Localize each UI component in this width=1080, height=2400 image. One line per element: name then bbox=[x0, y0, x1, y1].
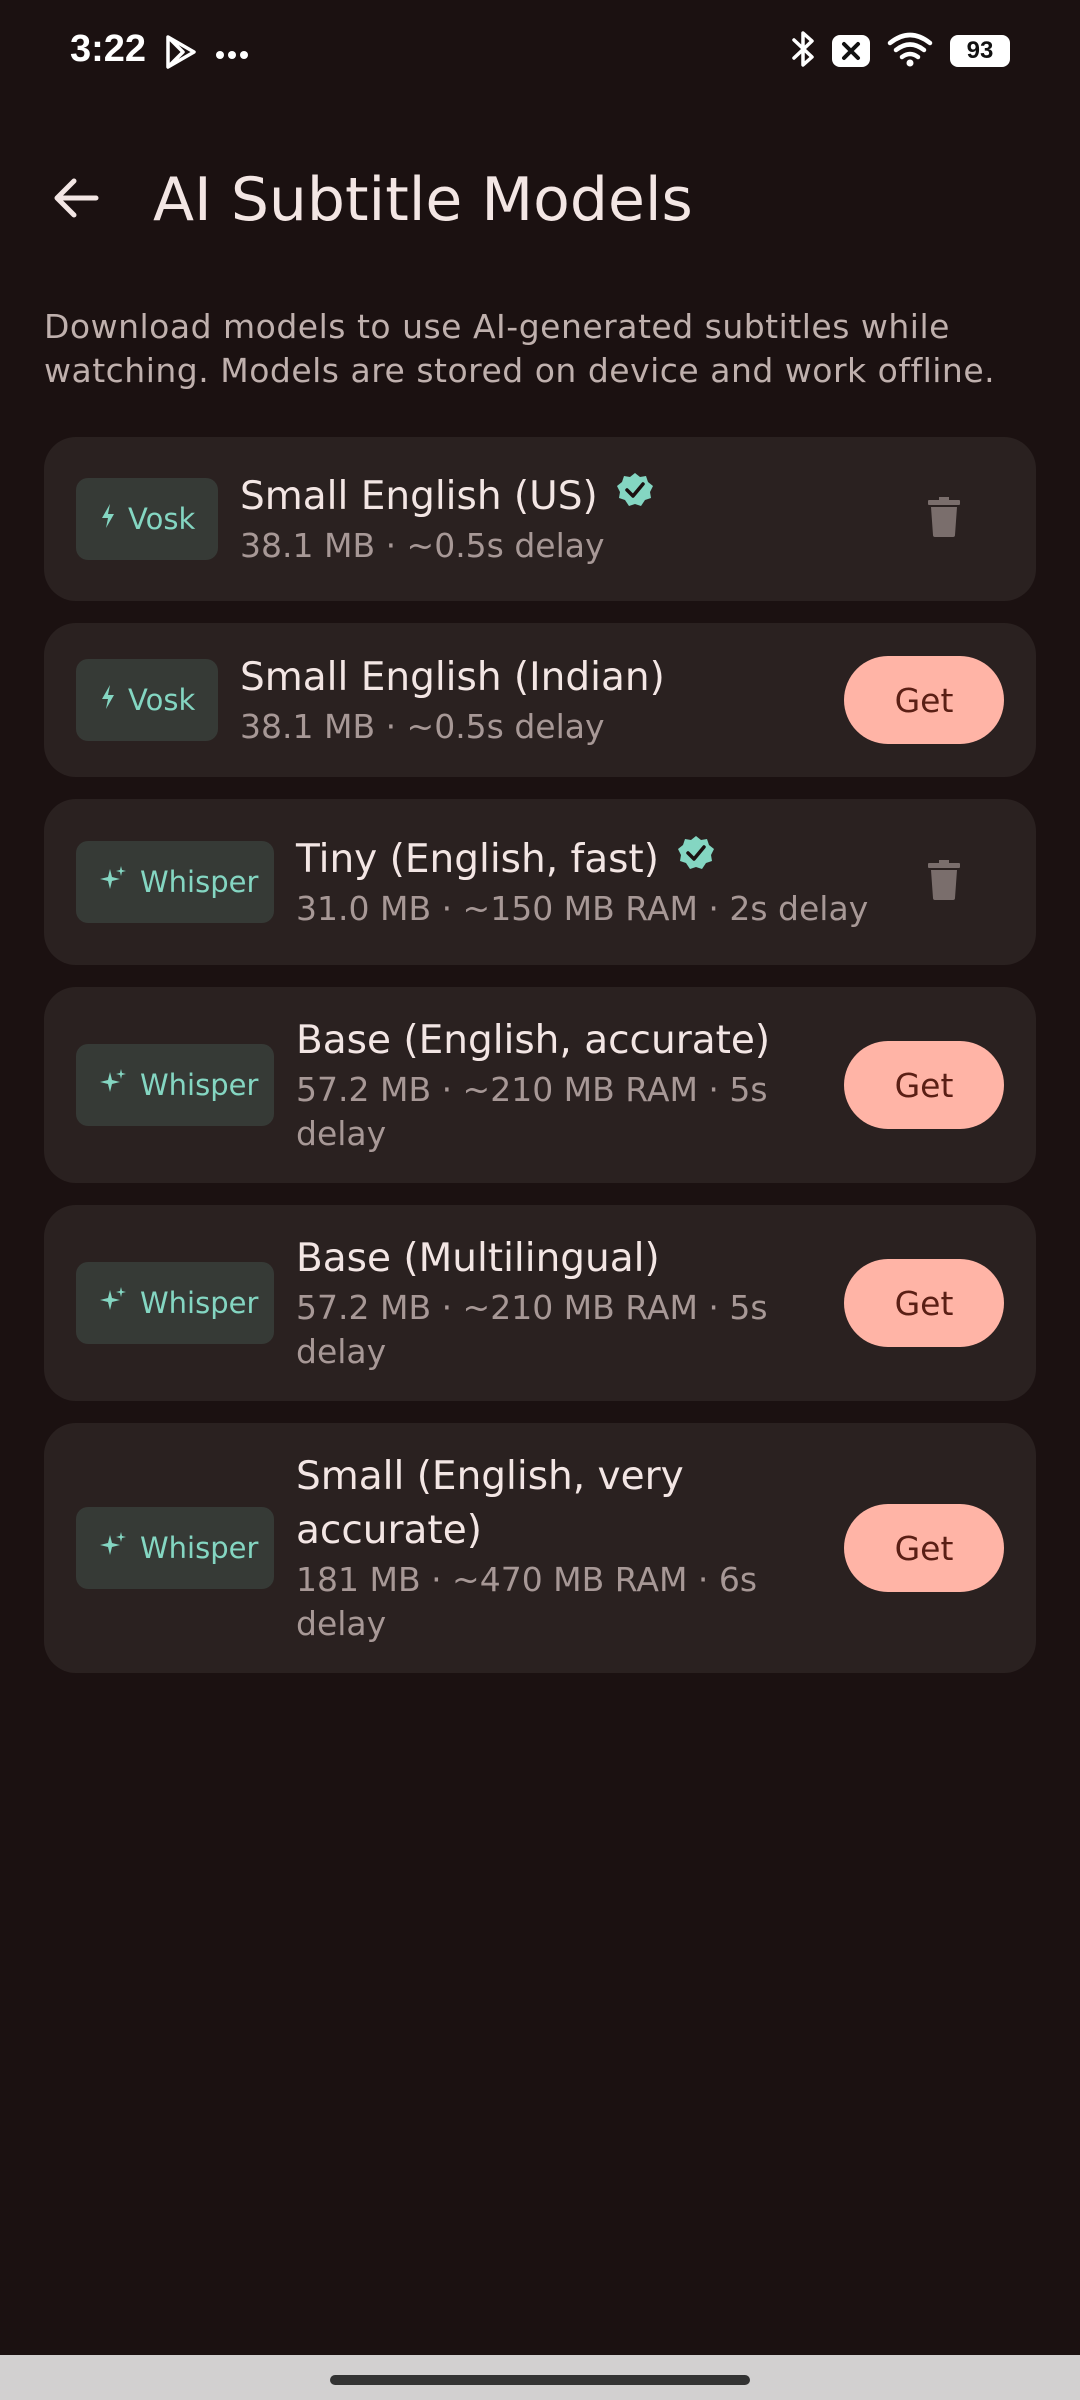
delete-button[interactable] bbox=[894, 832, 994, 932]
get-button[interactable]: Get bbox=[844, 1504, 1004, 1592]
engine-chip: Whisper bbox=[76, 841, 274, 923]
model-card: Vosk Small English (Indian) 38.1 MB · ~0… bbox=[44, 623, 1036, 777]
sparkle-icon bbox=[100, 1068, 128, 1103]
model-card: Whisper Base (Multilingual) 57.2 MB · ~2… bbox=[44, 1205, 1036, 1401]
wifi-icon bbox=[886, 31, 934, 71]
status-bar: 3:22 93 bbox=[0, 0, 1080, 110]
sparkle-icon bbox=[100, 1286, 128, 1321]
model-name: Small English (Indian) bbox=[240, 651, 824, 705]
model-card: Whisper Base (English, accurate) 57.2 MB… bbox=[44, 987, 1036, 1183]
sparkle-icon bbox=[100, 1531, 128, 1566]
model-name: Small (English, very accurate) bbox=[296, 1450, 824, 1558]
play-store-icon bbox=[165, 34, 197, 74]
verified-icon bbox=[616, 470, 654, 524]
get-button[interactable]: Get bbox=[844, 1041, 1004, 1129]
battery-icon: 93 bbox=[950, 35, 1010, 67]
model-name-text: Base (English, accurate) bbox=[296, 1018, 771, 1063]
verified-icon bbox=[677, 833, 715, 887]
get-button[interactable]: Get bbox=[844, 656, 1004, 744]
gesture-navigation-bar bbox=[0, 2355, 1080, 2400]
model-info: Small (English, very accurate) 181 MB · … bbox=[296, 1450, 824, 1646]
model-card: Whisper Small (English, very accurate) 1… bbox=[44, 1423, 1036, 1673]
back-button[interactable] bbox=[38, 162, 114, 238]
model-meta: 31.0 MB · ~150 MB RAM · 2s delay bbox=[296, 889, 869, 928]
model-name: Base (Multilingual) bbox=[296, 1232, 824, 1286]
engine-chip: Vosk bbox=[76, 478, 218, 560]
engine-chip: Vosk bbox=[76, 659, 218, 741]
model-card: Whisper Tiny (English, fast) 31.0 MB · ~… bbox=[44, 799, 1036, 965]
delete-button[interactable] bbox=[894, 469, 994, 569]
status-time: 3:22 bbox=[70, 28, 147, 70]
model-meta: 38.1 MB · ~0.5s delay bbox=[240, 526, 605, 565]
home-indicator[interactable] bbox=[330, 2375, 750, 2385]
engine-label: Vosk bbox=[128, 683, 196, 717]
bluetooth-icon bbox=[790, 30, 816, 72]
more-dots-icon bbox=[215, 45, 249, 64]
description-text: Download models to use AI-generated subt… bbox=[44, 307, 996, 390]
model-meta: 38.1 MB · ~0.5s delay bbox=[240, 707, 605, 746]
model-name: Tiny (English, fast) bbox=[296, 833, 874, 887]
engine-chip: Whisper bbox=[76, 1262, 274, 1344]
x-notification-icon bbox=[832, 35, 870, 67]
model-info: Tiny (English, fast) 31.0 MB · ~150 MB R… bbox=[296, 833, 874, 931]
model-list: Vosk Small English (US) 38.1 MB · ~0.5s … bbox=[44, 437, 1036, 1695]
get-button[interactable]: Get bbox=[844, 1259, 1004, 1347]
page-title: AI Subtitle Models bbox=[153, 165, 693, 235]
sparkle-icon bbox=[100, 865, 128, 900]
bolt-icon bbox=[100, 683, 116, 717]
delete-icon bbox=[928, 860, 960, 904]
delete-icon bbox=[928, 497, 960, 541]
model-info: Base (Multilingual) 57.2 MB · ~210 MB RA… bbox=[296, 1232, 824, 1374]
model-name: Base (English, accurate) bbox=[296, 1014, 824, 1068]
model-info: Base (English, accurate) 57.2 MB · ~210 … bbox=[296, 1014, 824, 1156]
model-name-text: Base (Multilingual) bbox=[296, 1236, 660, 1281]
bolt-icon bbox=[100, 502, 116, 536]
model-meta: 57.2 MB · ~210 MB RAM · 5s delay bbox=[296, 1288, 768, 1371]
engine-label: Vosk bbox=[128, 502, 196, 536]
engine-label: Whisper bbox=[140, 1531, 259, 1565]
engine-chip: Whisper bbox=[76, 1507, 274, 1589]
model-info: Small English (Indian) 38.1 MB · ~0.5s d… bbox=[240, 651, 824, 749]
model-name-text: Small (English, very accurate) bbox=[296, 1454, 684, 1553]
model-name-text: Small English (US) bbox=[240, 474, 598, 519]
model-meta: 181 MB · ~470 MB RAM · 6s delay bbox=[296, 1560, 758, 1643]
model-card: Vosk Small English (US) 38.1 MB · ~0.5s … bbox=[44, 437, 1036, 601]
model-name: Small English (US) bbox=[240, 470, 874, 524]
engine-label: Whisper bbox=[140, 1068, 259, 1102]
engine-label: Whisper bbox=[140, 1286, 259, 1320]
engine-label: Whisper bbox=[140, 865, 259, 899]
engine-chip: Whisper bbox=[76, 1044, 274, 1126]
app-bar: AI Subtitle Models bbox=[0, 150, 1080, 250]
model-meta: 57.2 MB · ~210 MB RAM · 5s delay bbox=[296, 1070, 768, 1153]
model-name-text: Tiny (English, fast) bbox=[296, 837, 659, 882]
model-info: Small English (US) 38.1 MB · ~0.5s delay bbox=[240, 470, 874, 568]
arrow-back-icon bbox=[52, 176, 100, 224]
model-name-text: Small English (Indian) bbox=[240, 655, 665, 700]
